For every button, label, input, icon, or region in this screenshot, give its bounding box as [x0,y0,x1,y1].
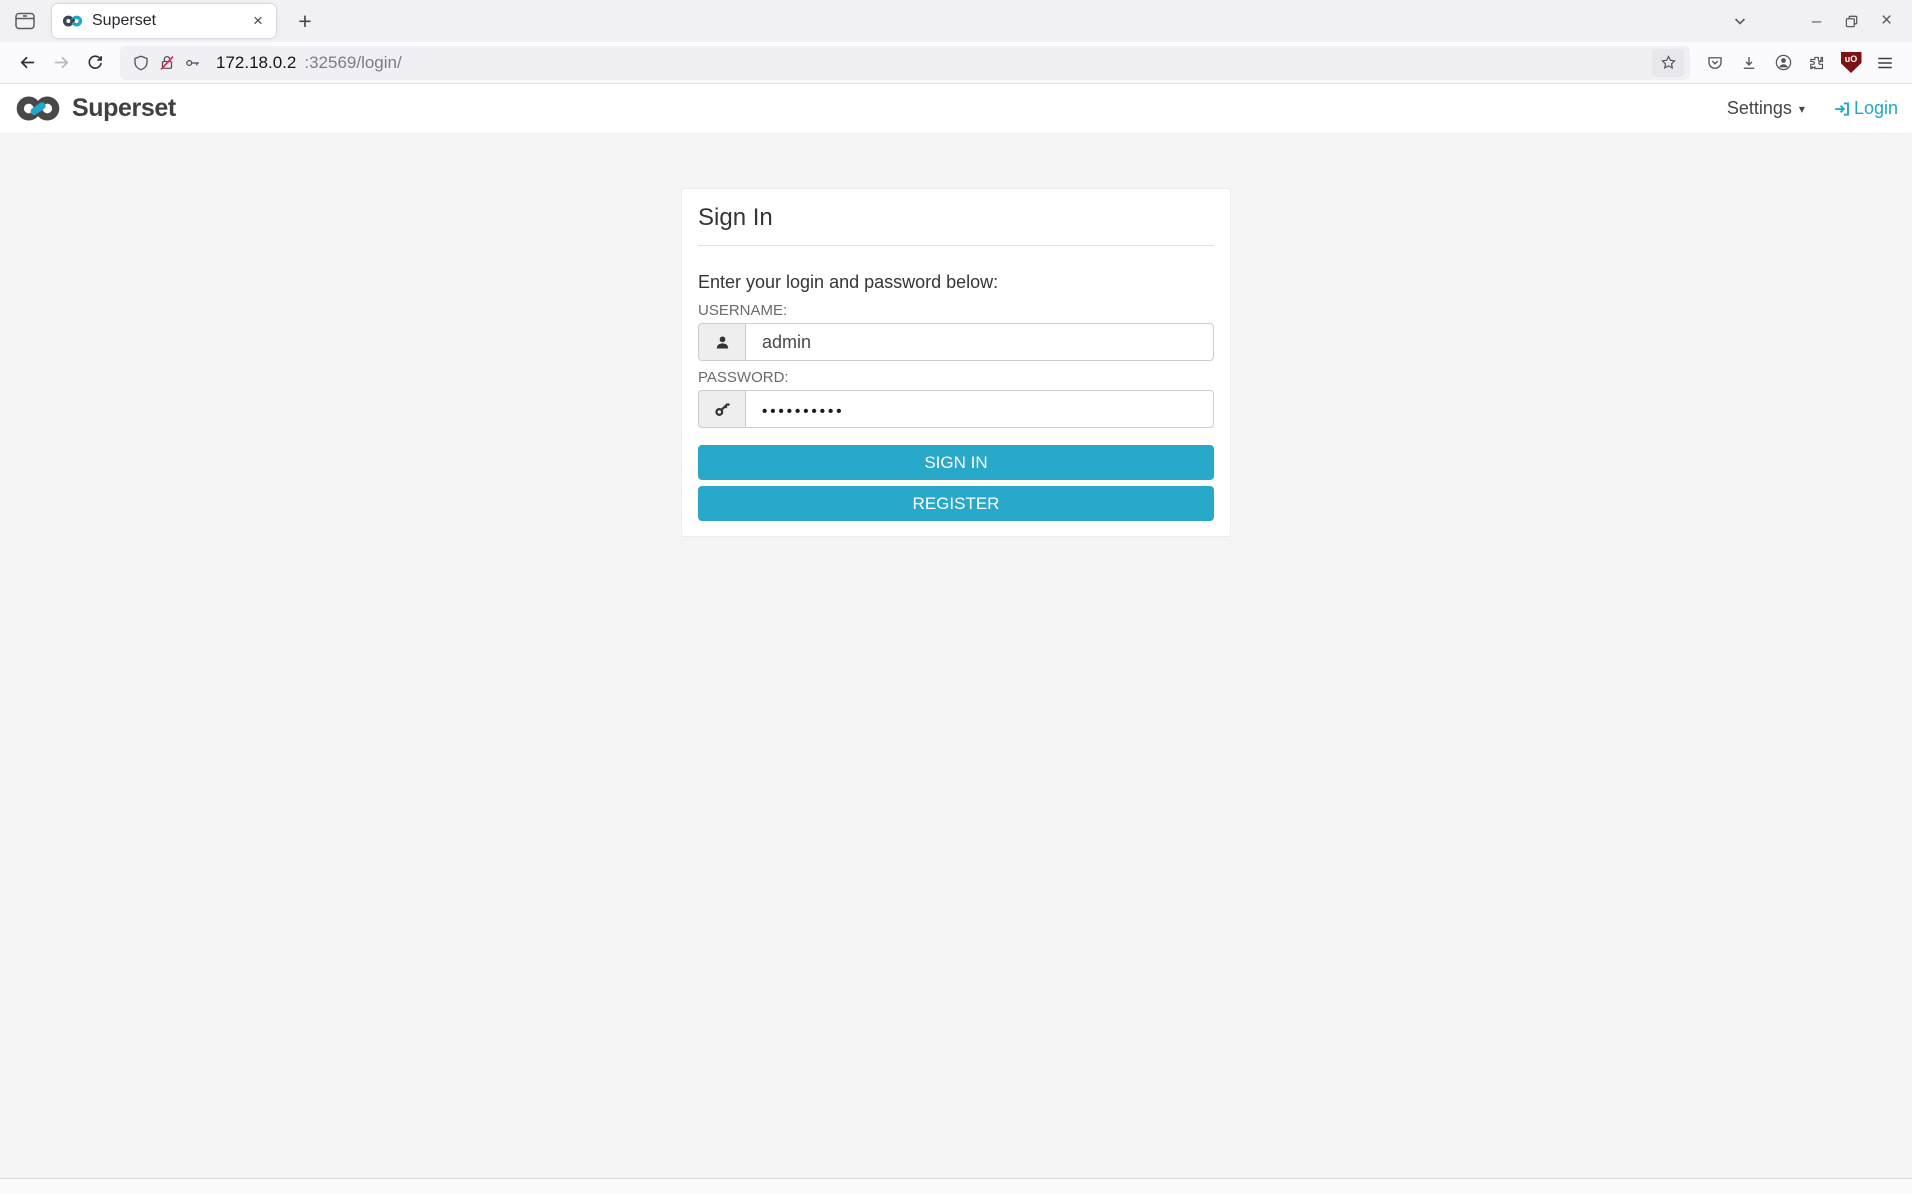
superset-brand[interactable]: Superset [14,94,176,123]
user-icon [698,323,745,361]
sign-in-card: Sign In Enter your login and password be… [681,188,1231,537]
restore-button[interactable] [1834,6,1869,36]
browser-tab-bar: Superset × + – × [0,0,1912,42]
brand-title: Superset [72,94,176,122]
tab-close-icon[interactable]: × [246,9,270,33]
tab-title: Superset [92,12,157,29]
settings-menu[interactable]: Settings ▾ [1727,98,1805,119]
window-controls: – × [1799,6,1904,36]
browser-toolbar: 172.18.0.2 :32569/login/ uO [0,42,1912,84]
username-label: USERNAME: [698,302,788,319]
list-tabs-chevron-icon[interactable] [1723,6,1757,36]
navbar-right: Settings ▾ Login [1727,98,1898,119]
superset-logo-icon [14,95,62,122]
firefox-view-icon[interactable] [8,6,42,36]
back-button[interactable] [10,48,44,78]
superset-navbar: Superset Settings ▾ Login [0,84,1912,135]
browser-tab[interactable]: Superset × [52,4,276,38]
menu-hamburger-icon[interactable] [1868,48,1902,78]
superset-favicon-icon [62,15,83,27]
chevron-down-icon: ▾ [1798,101,1805,116]
username-input[interactable] [745,323,1214,361]
account-icon[interactable] [1766,48,1800,78]
instruction-text: Enter your login and password below: [698,272,999,292]
reload-button[interactable] [78,48,112,78]
downloads-icon[interactable] [1732,48,1766,78]
tracking-protection-shield-icon[interactable] [132,54,150,72]
ublock-origin-icon[interactable]: uO [1834,48,1868,78]
new-tab-button[interactable]: + [288,6,322,36]
card-body: Enter your login and password below: USE… [682,272,1230,536]
saved-password-key-icon[interactable] [184,54,202,72]
minimize-button[interactable]: – [1799,6,1834,36]
login-label: Login [1853,98,1898,118]
page-footer [0,1178,1912,1194]
key-icon [698,390,745,428]
pocket-icon[interactable] [1698,48,1732,78]
url-bar[interactable]: 172.18.0.2 :32569/login/ [120,45,1690,80]
page-background: Sign In Enter your login and password be… [0,135,1912,1178]
url-path: :32569/login/ [304,52,402,72]
password-input[interactable] [745,390,1214,428]
register-button[interactable]: REGISTER [698,486,1214,521]
sign-in-title: Sign In [698,204,773,231]
sign-in-arrow-icon [1833,100,1851,118]
close-window-button[interactable]: × [1869,6,1904,36]
sign-in-button[interactable]: SIGN IN [698,445,1214,480]
url-host: 172.18.0.2 [216,52,297,72]
extensions-puzzle-icon[interactable] [1800,48,1834,78]
password-group [698,390,1214,428]
insecure-connection-lock-icon[interactable] [158,54,176,72]
password-label: PASSWORD: [698,369,789,386]
login-link[interactable]: Login [1833,98,1898,119]
browser-window: Superset × + – × 172.18.0.2:32569/login… [0,0,1912,1194]
card-header: Sign In [698,189,1214,246]
bookmark-star-icon[interactable] [1652,48,1684,77]
settings-label: Settings [1726,98,1792,118]
username-group [698,323,1214,361]
forward-button[interactable] [44,48,78,78]
ublock-shield: uO [1840,52,1862,73]
